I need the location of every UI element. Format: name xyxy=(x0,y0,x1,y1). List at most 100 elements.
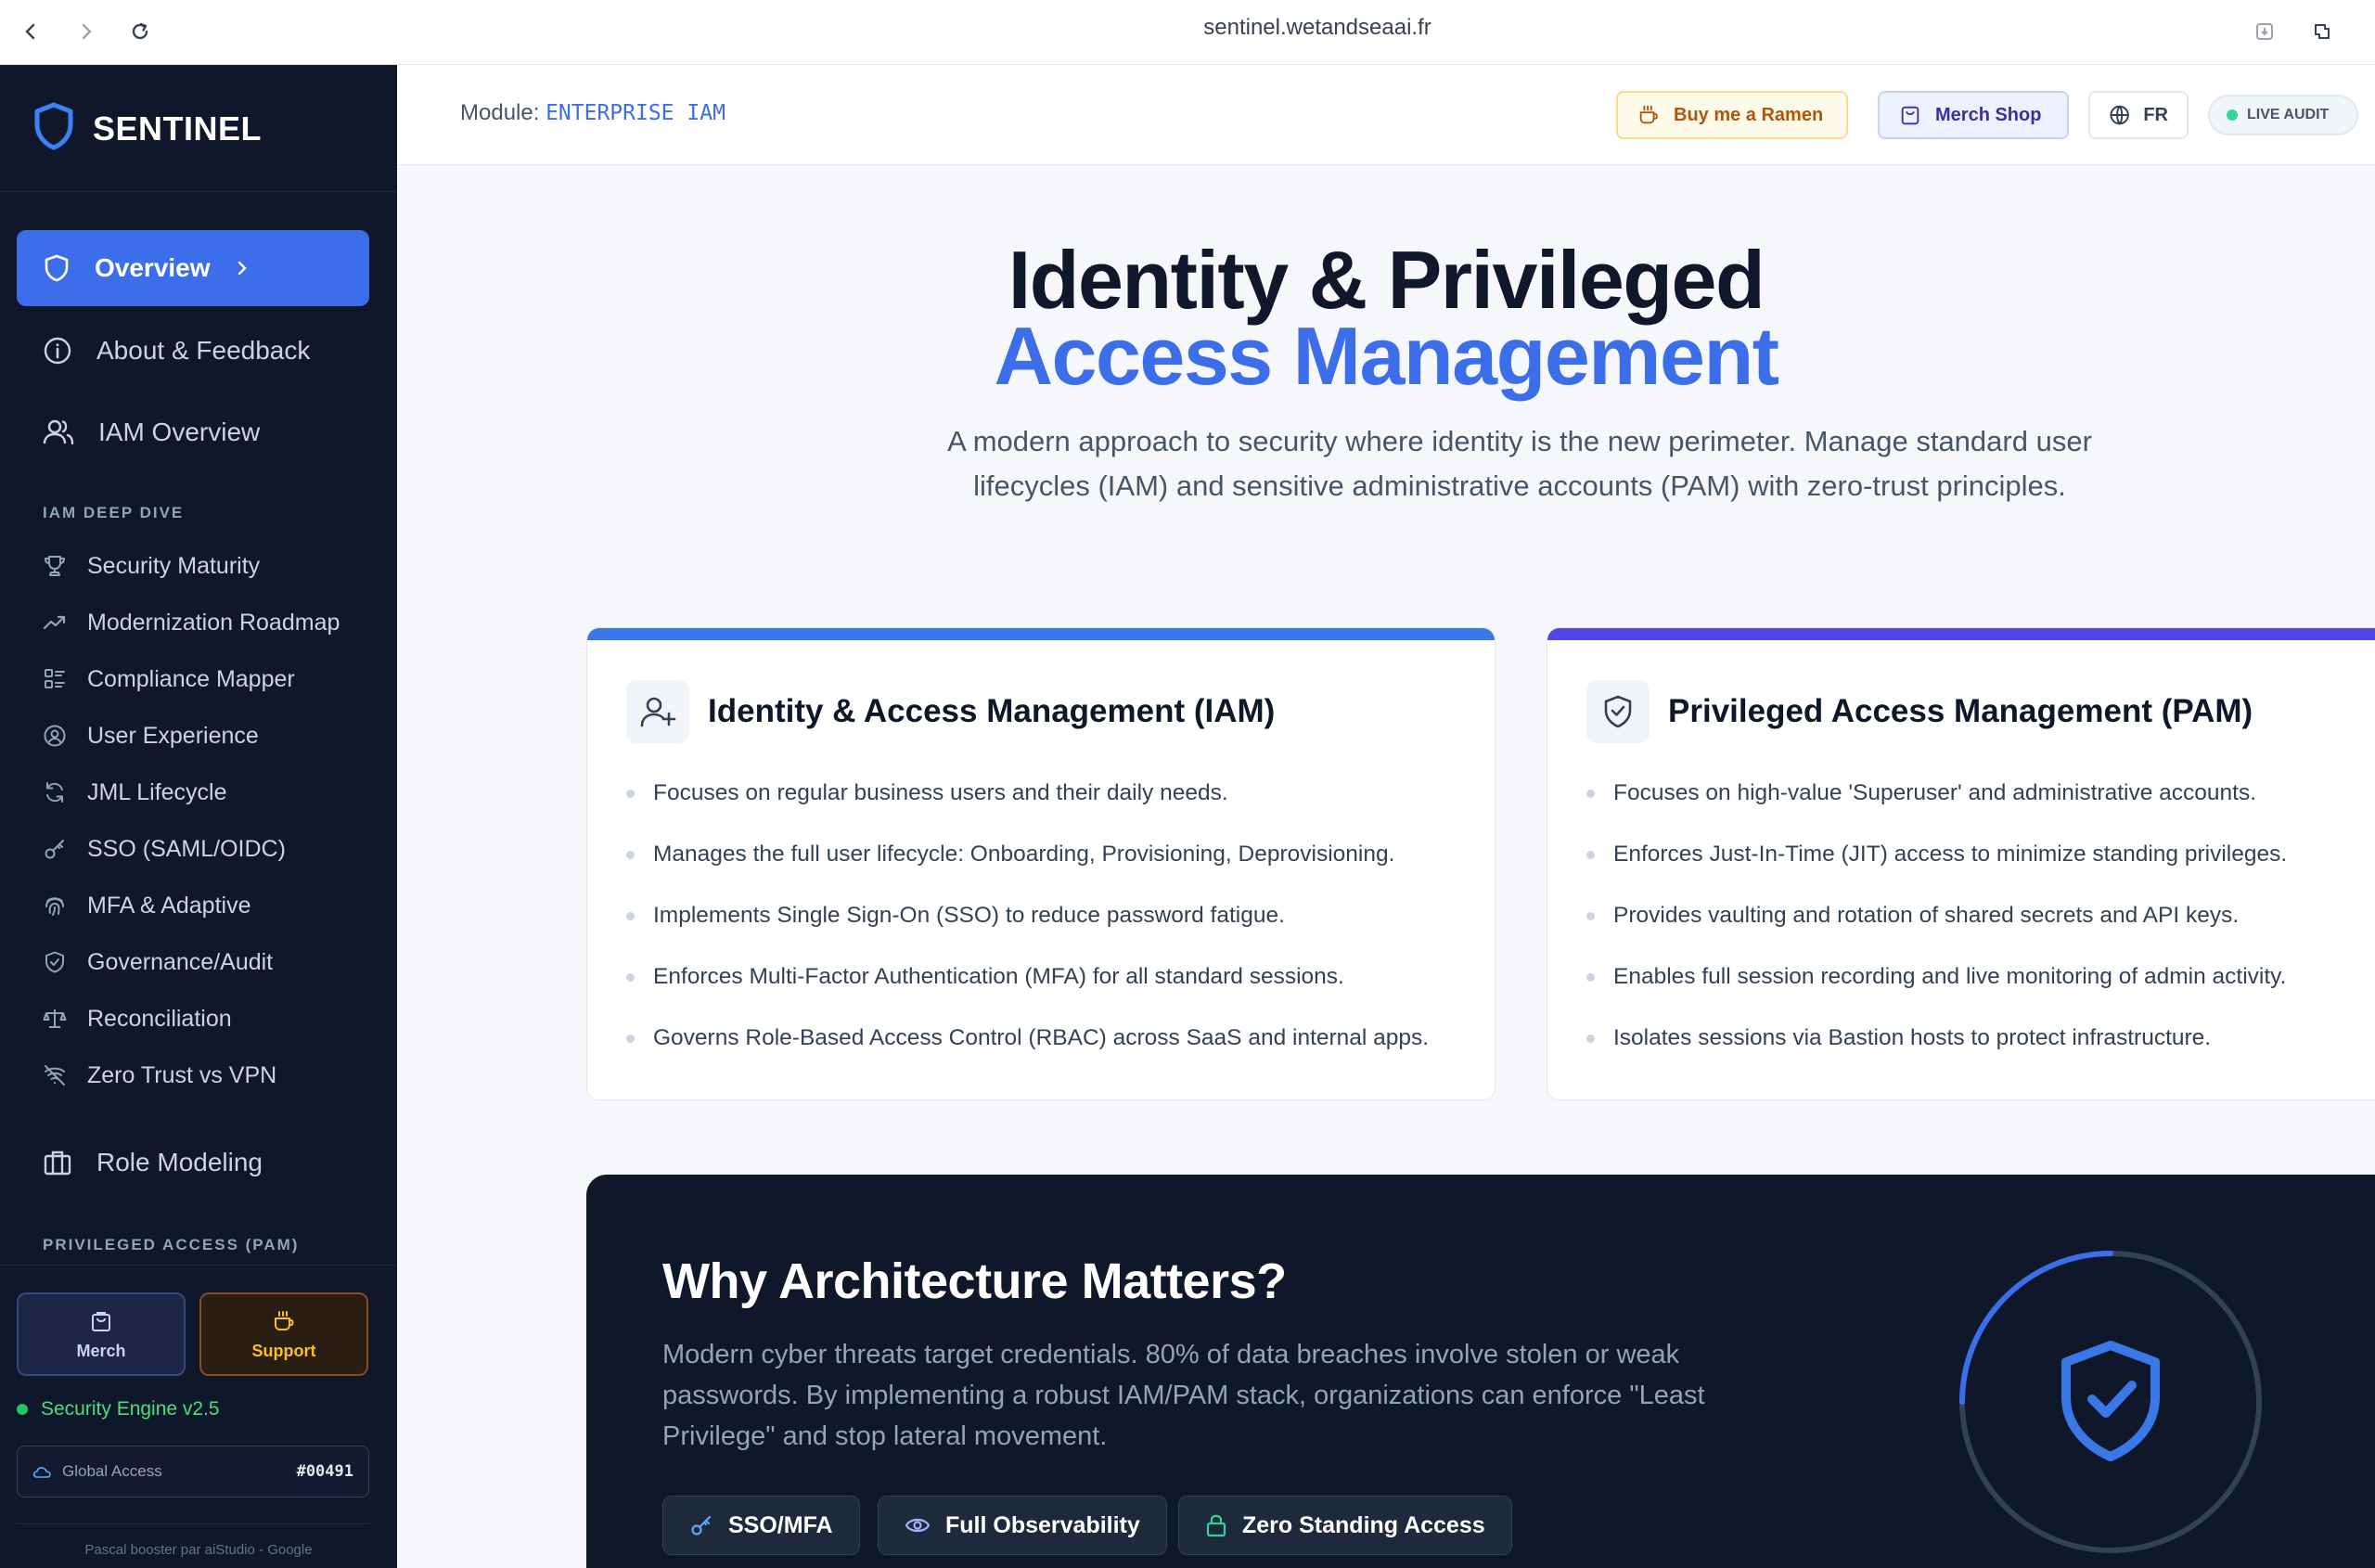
bullet-dot xyxy=(626,1035,635,1043)
sidebar-support-label: Support xyxy=(251,1341,316,1360)
architecture-text: Modern cyber threats target credentials.… xyxy=(662,1340,1705,1451)
merch-shop-label: Merch Shop xyxy=(1935,104,2042,125)
nav-governance-audit[interactable]: Governance/Audit xyxy=(43,942,273,983)
list-item: Enables full session recording and live … xyxy=(1586,964,2287,1025)
global-access-label: Global Access xyxy=(62,1462,162,1480)
bullet-dot xyxy=(1586,973,1595,982)
live-audit-label: LIVE AUDIT xyxy=(2247,107,2330,122)
scale-icon xyxy=(43,1009,67,1028)
engine-status: Security Engine v2.5 xyxy=(17,1398,220,1420)
nav-jml-lifecycle[interactable]: JML Lifecycle xyxy=(43,772,227,813)
iam-card-list: Focuses on regular business users and th… xyxy=(626,780,1429,1086)
sidebar: SENTINEL Overview About & Feedback IAM O… xyxy=(0,65,397,1568)
global-access-box[interactable]: Global Access #00491 xyxy=(17,1446,369,1497)
lock-icon xyxy=(1206,1514,1226,1537)
sidebar-support-button[interactable]: Support xyxy=(199,1292,368,1376)
nav-sso-label: SSO (SAML/OIDC) xyxy=(87,835,286,862)
bullet-dot xyxy=(626,912,635,920)
divider xyxy=(17,1523,369,1524)
card-accent-bar xyxy=(587,628,1495,640)
sidebar-merch-label: Merch xyxy=(76,1341,126,1360)
list-item-text: Manages the full user lifecycle: Onboard… xyxy=(653,842,1395,867)
nav-about-feedback[interactable]: About & Feedback xyxy=(17,313,369,389)
coffee-icon xyxy=(275,1310,294,1330)
language-label: FR xyxy=(2143,104,2168,125)
nav-reconciliation[interactable]: Reconciliation xyxy=(43,998,232,1039)
chevron-right-icon xyxy=(238,261,247,276)
credit-text: Pascal booster par aiStudio - Google xyxy=(84,1542,313,1558)
pill-label: Full Observability xyxy=(945,1511,1140,1538)
list-item-text: Provides vaulting and rotation of shared… xyxy=(1613,903,2240,928)
user-plus-icon xyxy=(626,680,689,743)
browser-toolbar: sentinel.wetandseaai.fr xyxy=(0,0,2375,65)
nav-mfa-adaptive-label: MFA & Adaptive xyxy=(87,892,251,919)
iam-card-title: Identity & Access Management (IAM) xyxy=(708,693,1276,729)
nav-compliance-mapper[interactable]: Compliance Mapper xyxy=(43,659,295,700)
trending-up-icon xyxy=(43,615,66,630)
nav-security-maturity[interactable]: Security Maturity xyxy=(43,546,260,586)
engine-status-label: Security Engine v2.5 xyxy=(41,1398,220,1420)
download-icon[interactable] xyxy=(2249,16,2280,47)
top-header: Module: ENTERPRISE IAM Buy me a Ramen Me… xyxy=(397,65,2375,165)
list-item-text: Governs Role-Based Access Control (RBAC)… xyxy=(653,1025,1430,1050)
reload-icon[interactable] xyxy=(124,16,156,47)
global-access-code: #00491 xyxy=(296,1462,353,1481)
shield-check-icon xyxy=(45,951,64,973)
users-icon xyxy=(43,419,74,445)
brand[interactable]: SENTINEL xyxy=(33,102,262,155)
buy-ramen-label: Buy me a Ramen xyxy=(1674,104,1824,125)
shield-check-icon xyxy=(1586,680,1650,743)
nav-iam-overview[interactable]: IAM Overview xyxy=(17,394,369,470)
bullet-dot xyxy=(1586,912,1595,920)
extensions-icon[interactable] xyxy=(2306,16,2338,47)
nav-modernization-roadmap[interactable]: Modernization Roadmap xyxy=(43,602,340,643)
list-item: Manages the full user lifecycle: Onboard… xyxy=(626,842,1429,903)
trophy-icon xyxy=(45,556,65,576)
key-icon xyxy=(45,840,64,859)
card-accent-bar xyxy=(1547,628,2375,640)
list-item: Governs Role-Based Access Control (RBAC)… xyxy=(626,1025,1429,1086)
language-button[interactable]: FR xyxy=(2088,91,2189,139)
iam-card: Identity & Access Management (IAM) Focus… xyxy=(586,627,1496,1100)
nav-sso[interactable]: SSO (SAML/OIDC) xyxy=(43,829,286,869)
module-indicator: Module: ENTERPRISE IAM xyxy=(460,100,725,126)
bullet-dot xyxy=(1586,790,1595,798)
url-bar[interactable]: sentinel.wetandseaai.fr xyxy=(1021,15,1614,41)
sidebar-merch-button[interactable]: Merch xyxy=(17,1292,186,1376)
list-item: Enforces Multi-Factor Authentication (MF… xyxy=(626,964,1429,1025)
bullet-dot xyxy=(1586,851,1595,859)
divider xyxy=(0,191,397,192)
nav-zero-trust-vpn-label: Zero Trust vs VPN xyxy=(87,1061,277,1088)
section-iam-deep-dive: IAM DEEP DIVE xyxy=(43,504,185,521)
pill-full-observability: Full Observability xyxy=(878,1496,1167,1555)
nav-mfa-adaptive[interactable]: MFA & Adaptive xyxy=(43,885,251,926)
nav-overview[interactable]: Overview xyxy=(17,230,369,306)
merch-shop-button[interactable]: Merch Shop xyxy=(1878,91,2069,139)
nav-role-modeling[interactable]: Role Modeling xyxy=(17,1125,369,1201)
nav-user-experience[interactable]: User Experience xyxy=(43,715,259,756)
user-circle-icon xyxy=(44,725,66,747)
nav-user-experience-label: User Experience xyxy=(87,722,259,749)
shield-icon xyxy=(45,254,69,282)
back-icon[interactable] xyxy=(15,16,46,47)
list-item-text: Focuses on high-value 'Superuser' and ad… xyxy=(1613,780,2257,805)
shield-ring-graphic xyxy=(1959,1251,2262,1553)
shopping-bag-icon xyxy=(1901,106,1919,125)
briefcase-icon xyxy=(44,1150,71,1176)
nav-modernization-roadmap-label: Modernization Roadmap xyxy=(87,609,340,636)
cloud-icon xyxy=(32,1467,51,1478)
bullet-dot xyxy=(1586,1035,1595,1043)
nav-zero-trust-vpn[interactable]: Zero Trust vs VPN xyxy=(43,1055,276,1096)
nav-iam-overview-label: IAM Overview xyxy=(98,418,261,446)
buy-ramen-button[interactable]: Buy me a Ramen xyxy=(1616,91,1848,139)
checklist-icon xyxy=(45,669,65,688)
list-item-text: Enforces Just-In-Time (JIT) access to mi… xyxy=(1613,842,2288,867)
key-icon xyxy=(691,1515,712,1536)
architecture-title: Why Architecture Matters? xyxy=(662,1253,1287,1309)
forward-icon[interactable] xyxy=(71,16,102,47)
live-audit-badge: LIVE AUDIT xyxy=(2208,95,2358,135)
nav-reconciliation-label: Reconciliation xyxy=(87,1005,232,1032)
pill-label: Zero Standing Access xyxy=(1242,1511,1485,1538)
pam-card: Privileged Access Management (PAM) Focus… xyxy=(1547,627,2375,1100)
pam-card-list: Focuses on high-value 'Superuser' and ad… xyxy=(1586,780,2287,1086)
